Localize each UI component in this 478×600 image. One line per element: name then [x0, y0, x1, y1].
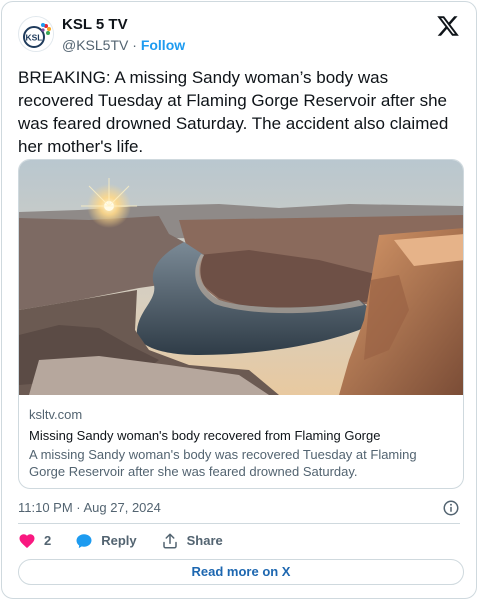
avatar-logo-text: KSL: [26, 33, 43, 43]
like-button[interactable]: 2: [18, 532, 51, 550]
like-count: 2: [44, 533, 52, 548]
heart-icon: [19, 534, 35, 549]
handle-row: @KSL5TV · Follow: [62, 36, 185, 55]
link-preview-card[interactable]: ksltv.com Missing Sandy woman's body rec…: [18, 159, 464, 489]
author-name[interactable]: KSL 5 TV: [62, 15, 185, 34]
link-description: A missing Sandy woman's body was recover…: [29, 447, 417, 479]
action-bar: 2 Reply Share: [18, 531, 460, 551]
info-icon[interactable]: [442, 499, 460, 517]
share-button[interactable]: Share: [161, 532, 223, 550]
link-title[interactable]: Missing Sandy woman's body recovered fro…: [29, 427, 453, 444]
reply-bubble-icon: [76, 534, 92, 549]
x-logo-icon[interactable]: [436, 14, 460, 38]
author-block: KSL 5 TV @KSL5TV · Follow: [62, 15, 185, 55]
tweet-text: BREAKING: A missing Sandy woman’s body w…: [18, 68, 449, 156]
link-domain: ksltv.com: [29, 407, 83, 422]
tweet-header: KSL KSL 5 TV @KSL5TV · Follow: [18, 14, 460, 54]
share-icon: [162, 533, 177, 549]
timestamp[interactable]: 11:10 PM · Aug 27, 2024: [18, 500, 161, 515]
timestamp-row: 11:10 PM · Aug 27, 2024: [18, 498, 460, 518]
link-meta: ksltv.com Missing Sandy woman's body rec…: [29, 406, 453, 480]
tweet-card: KSL KSL 5 TV @KSL5TV · Follow BREAKING: …: [1, 1, 477, 599]
follow-button[interactable]: Follow: [141, 37, 185, 53]
author-handle[interactable]: @KSL5TV: [62, 37, 128, 53]
share-label: Share: [186, 533, 223, 548]
separator-dot: ·: [132, 37, 137, 53]
link-preview-image: [19, 160, 463, 395]
reply-label: Reply: [101, 533, 137, 548]
reply-button[interactable]: Reply: [75, 532, 137, 550]
read-more-button[interactable]: Read more on X: [18, 559, 464, 585]
divider: [18, 523, 460, 524]
avatar[interactable]: KSL: [18, 16, 54, 52]
